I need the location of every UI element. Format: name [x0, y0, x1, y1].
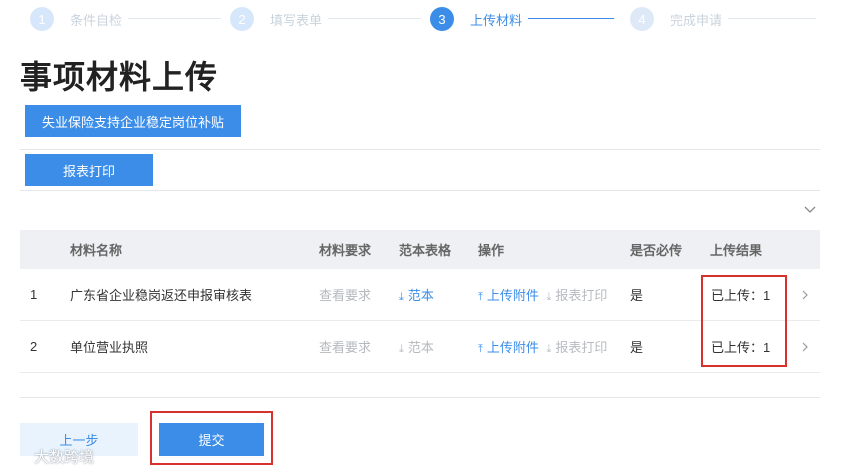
operation-cell: ⤒ 上传附件 ⤓ 报表打印: [478, 337, 607, 356]
divider: [20, 190, 820, 191]
page-title: 事项材料上传: [20, 58, 219, 96]
download-icon: ⤓: [399, 343, 404, 355]
header-requirement: 材料要求: [319, 243, 372, 258]
step-3: 3 上传材料: [430, 7, 522, 31]
download-icon: ⤓: [546, 291, 552, 303]
material-name: 广东省企业稳岗返还申报审核表: [70, 288, 253, 303]
download-icon: ⤓: [546, 343, 552, 355]
print-label: 报表打印: [555, 340, 608, 355]
chevron-right-icon[interactable]: [800, 289, 810, 301]
view-requirement-link[interactable]: 查看要求: [319, 337, 371, 356]
step-number: 4: [630, 7, 654, 31]
template-download-link[interactable]: ⤓ 范本: [399, 337, 434, 356]
required-value: 是: [630, 340, 644, 355]
upload-label: 上传附件: [486, 288, 539, 303]
submit-highlight: [150, 411, 273, 465]
step-2: 2 填写表单: [230, 7, 322, 31]
step-number: 1: [30, 7, 54, 31]
header-operation: 操作: [478, 243, 505, 258]
upload-attachment-link[interactable]: ⤒ 上传附件: [478, 288, 539, 303]
step-1: 1 条件自检: [30, 7, 122, 31]
upload-label: 上传附件: [486, 340, 539, 355]
table-row: 1 广东省企业稳岗返还申报审核表 查看要求 ⤓ 范本 ⤒ 上传附件 ⤓ 报表打印 是 …: [20, 269, 820, 321]
table-row: 2 单位营业执照 查看要求 ⤓ 范本 ⤒ 上传附件 ⤓ 报表打印 是 已上传：1: [20, 321, 820, 373]
template-label: 范本: [407, 340, 434, 355]
step-label: 条件自检: [70, 12, 123, 28]
report-print-link[interactable]: ⤓ 报表打印: [547, 288, 608, 303]
row-index: 1: [30, 287, 38, 302]
subsidy-button[interactable]: 失业保险支持企业稳定岗位补贴: [25, 105, 241, 137]
table-header: 材料名称 材料要求 范本表格 操作 是否必传 上传结果: [20, 230, 820, 269]
header-result: 上传结果: [710, 243, 763, 258]
report-print-button[interactable]: 报表打印: [25, 154, 153, 186]
report-print-link[interactable]: ⤓ 报表打印: [547, 340, 608, 355]
step-4: 4 完成申请: [630, 7, 722, 31]
chevron-down-icon[interactable]: [802, 201, 818, 217]
template-label: 范本: [407, 288, 434, 303]
view-requirement-link[interactable]: 查看要求: [319, 285, 371, 304]
watermark-text: 大数跨境: [34, 448, 95, 466]
row-index: 2: [30, 339, 38, 354]
upload-result-highlight: [701, 275, 787, 367]
upload-icon: ⤒: [478, 291, 483, 303]
progress-steps: 1 条件自检 2 填写表单 3 上传材料 4 完成申请: [20, 0, 820, 40]
watermark-logo: 大数跨境: [6, 446, 94, 467]
header-template: 范本表格: [399, 243, 452, 258]
step-label: 填写表单: [270, 12, 323, 28]
download-icon: ⤓: [399, 291, 404, 303]
step-connector: [128, 18, 221, 19]
step-label: 上传材料: [470, 12, 523, 28]
operation-cell: ⤒ 上传附件 ⤓ 报表打印: [478, 285, 607, 304]
material-name: 单位营业执照: [70, 340, 149, 355]
step-connector: [528, 18, 614, 19]
divider: [20, 397, 820, 398]
step-connector: [728, 18, 816, 19]
step-number: 3: [430, 7, 454, 31]
upload-attachment-link[interactable]: ⤒ 上传附件: [478, 340, 539, 355]
step-label: 完成申请: [670, 12, 723, 28]
header-required: 是否必传: [630, 243, 683, 258]
divider: [20, 149, 820, 150]
materials-table: 材料名称 材料要求 范本表格 操作 是否必传 上传结果 1 广东省企业稳岗返还申…: [20, 230, 820, 373]
step-connector: [328, 18, 421, 19]
upload-icon: ⤒: [478, 343, 483, 355]
template-download-link[interactable]: ⤓ 范本: [399, 285, 434, 304]
header-name: 材料名称: [70, 243, 123, 258]
chevron-right-icon[interactable]: [800, 341, 810, 353]
print-label: 报表打印: [555, 288, 608, 303]
required-value: 是: [630, 288, 644, 303]
step-number: 2: [230, 7, 254, 31]
